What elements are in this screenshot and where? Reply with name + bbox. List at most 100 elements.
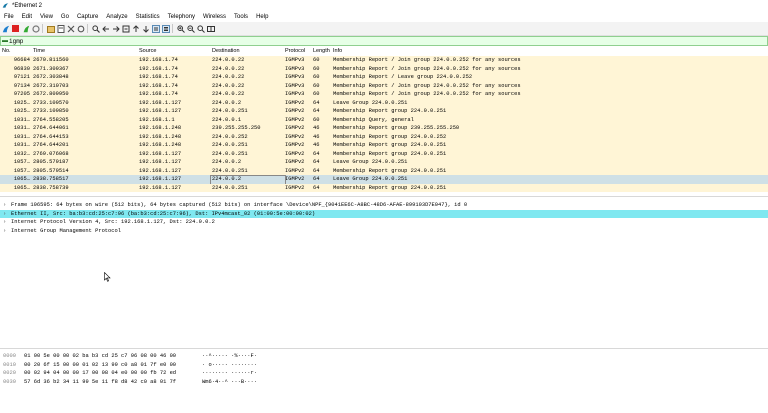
packet-destination: 224.0.0.1 xyxy=(212,116,242,123)
packet-row[interactable]: 1057… 2805.579514 192.168.1.127 224.0.0.251… xyxy=(0,166,768,175)
bookmark-filter-icon[interactable]: ▬ xyxy=(1,38,9,44)
find-packet-icon[interactable] xyxy=(91,24,100,33)
display-filter-bar[interactable]: ▬ igmp xyxy=(0,36,768,46)
menu-view[interactable]: View xyxy=(36,14,57,20)
packet-destination: 239.255.255.250 xyxy=(212,125,261,131)
save-file-icon[interactable] xyxy=(56,24,65,33)
close-file-icon[interactable] xyxy=(66,24,75,33)
detail-tree-item[interactable]: › Frame 106595: 64 bytes on wire (512 bit… xyxy=(0,201,768,210)
go-to-packet-icon[interactable] xyxy=(121,24,130,33)
packet-row[interactable]: 97121 2672.303848 192.168.1.74 224.0.0.22 IG… xyxy=(0,73,768,82)
expand-arrow-icon[interactable]: › xyxy=(3,218,6,227)
packet-row[interactable]: 1031… 2764.558205 192.168.1.1 224.0.0.1 IGMP… xyxy=(0,115,768,124)
packet-row[interactable]: 1057… 2805.579187 192.168.1.127 224.0.0.2 IG… xyxy=(0,158,768,167)
packet-details[interactable]: › Frame 106595: 64 bytes on wire (512 bit… xyxy=(0,198,768,348)
hex-bytes: 57 6d 36 b2 34 11 99 5e 11 f8 d8 42 c0 a… xyxy=(24,378,177,385)
packet-destination: 224.0.0.2 xyxy=(212,159,242,165)
packet-no: 1025… xyxy=(13,108,30,114)
packet-info: Membership Report group 224.0.0.251 xyxy=(333,108,447,114)
packet-destination: 224.0.0.22 xyxy=(212,82,245,89)
packet-bytes[interactable]: 0000 01 00 5e 00 00 02 ba b3 cd 25 c7 96 … xyxy=(0,351,768,413)
expand-arrow-icon[interactable]: › xyxy=(3,201,6,210)
display-filter-input[interactable]: igmp xyxy=(9,38,23,45)
packet-time: 2672.303848 xyxy=(33,74,69,80)
go-first-icon[interactable] xyxy=(131,24,140,33)
menu-go[interactable]: Go xyxy=(57,14,73,20)
hex-row[interactable]: 0030 57 6d 36 b2 34 11 99 5e 11 f8 d8 42 … xyxy=(0,378,768,387)
menu-help[interactable]: Help xyxy=(252,14,272,20)
packet-no: 1031… xyxy=(13,142,30,148)
detail-tree-item[interactable]: › Internet Group Management Protocol xyxy=(0,226,768,236)
shark-fin-start-icon[interactable] xyxy=(1,24,10,33)
resize-columns-icon[interactable] xyxy=(206,24,215,33)
stop-capture-icon[interactable] xyxy=(11,24,20,33)
packet-row[interactable]: 97134 2672.310703 192.168.1.74 224.0.0.22 IG… xyxy=(0,81,768,90)
open-file-icon[interactable] xyxy=(46,24,55,33)
go-back-icon[interactable] xyxy=(101,24,110,33)
packet-row[interactable]: 96830 2671.309367 192.168.1.74 224.0.0.22 IG… xyxy=(0,64,768,73)
zoom-in-icon[interactable] xyxy=(176,24,185,33)
expand-arrow-icon[interactable]: › xyxy=(3,227,6,236)
packet-length: 64 xyxy=(313,108,320,114)
menu-tools[interactable]: Tools xyxy=(230,14,252,20)
packet-row[interactable]: 1025… 2733.109570 192.168.1.127 224.0.0.2 IG… xyxy=(0,98,768,107)
column-header-destination[interactable]: Destination xyxy=(212,47,240,56)
column-header-protocol[interactable]: Protocol xyxy=(285,47,305,56)
detail-tree-item[interactable]: › Ethernet II, Src: ba:b3:cd:25:c7:96 (ba… xyxy=(0,209,768,219)
reload-icon[interactable] xyxy=(76,24,85,33)
restart-capture-icon[interactable] xyxy=(21,24,30,33)
packet-row[interactable]: 1031… 2764.644153 192.168.1.248 224.0.0.252… xyxy=(0,132,768,141)
menu-analyze[interactable]: Analyze xyxy=(102,14,131,20)
hex-ascii: ········ ······r· xyxy=(202,370,257,376)
column-header-length[interactable]: Length xyxy=(313,47,330,56)
hex-bytes: 01 00 5e 00 00 02 ba b3 cd 25 c7 96 08 0… xyxy=(24,353,177,359)
packet-source: 192.168.1.1 xyxy=(139,116,175,123)
packet-source: 192.168.1.248 xyxy=(139,142,182,148)
packet-row[interactable]: 1065… 2838.758739 192.168.1.127 224.0.0.251… xyxy=(0,183,768,192)
packet-row[interactable]: 96684 2670.811560 192.168.1.74 224.0.0.22 IG… xyxy=(0,56,768,65)
packet-time: 2671.309367 xyxy=(33,65,69,72)
hex-row[interactable]: 0010 00 20 6f 15 00 00 01 02 13 99 c0 a8 … xyxy=(0,361,768,370)
zoom-normal-icon[interactable] xyxy=(196,24,205,33)
column-header-info[interactable]: Info xyxy=(333,47,342,56)
menu-statistics[interactable]: Statistics xyxy=(132,14,164,20)
packet-info: Leave Group 224.0.0.251 xyxy=(333,99,408,106)
packet-row[interactable]: 1025… 2733.109850 192.168.1.127 224.0.0.251… xyxy=(0,107,768,116)
colorize-icon[interactable] xyxy=(161,24,170,33)
packet-row[interactable]: 97205 2672.809950 192.168.1.74 224.0.0.22 IG… xyxy=(0,90,768,99)
packet-info: Membership Report group 224.0.0.251 xyxy=(333,184,447,191)
packet-info: Membership Report group 224.0.0.251 xyxy=(333,150,447,157)
packet-row[interactable]: 1032… 2769.076068 192.168.1.127 224.0.0.251… xyxy=(0,149,768,158)
capture-options-icon[interactable] xyxy=(31,24,40,33)
packet-length: 64 xyxy=(313,184,320,191)
column-header-no[interactable]: No. xyxy=(2,47,30,56)
packet-row[interactable]: 1065… 2838.758517 192.168.1.127 224.0.0.2 IG… xyxy=(0,175,768,185)
packet-time: 2838.758739 xyxy=(33,184,69,191)
hex-bytes: 00 02 94 04 00 00 17 00 08 04 e0 00 00 f… xyxy=(24,370,177,376)
packet-length: 46 xyxy=(313,125,320,131)
detail-tree-item[interactable]: › Internet Protocol Version 4, Src: 192.1… xyxy=(0,218,768,227)
column-header-time[interactable]: Time xyxy=(33,47,45,56)
packet-length: 64 xyxy=(313,167,320,174)
auto-scroll-icon[interactable] xyxy=(151,24,160,33)
hex-row[interactable]: 0020 00 02 94 04 00 00 17 00 08 04 e0 00 … xyxy=(0,369,768,378)
menu-telephony[interactable]: Telephony xyxy=(164,14,199,20)
hex-row[interactable]: 0000 01 00 5e 00 00 02 ba b3 cd 25 c7 96 … xyxy=(0,352,768,361)
packet-destination: 224.0.0.22 xyxy=(212,91,245,97)
go-last-icon[interactable] xyxy=(141,24,150,33)
packet-destination: 224.0.0.22 xyxy=(212,57,245,63)
expand-arrow-icon[interactable]: › xyxy=(3,210,6,219)
menu-file[interactable]: File xyxy=(0,14,18,20)
packet-row[interactable]: 1031… 2764.644201 192.168.1.248 224.0.0.251… xyxy=(0,141,768,150)
packet-list[interactable]: No. Time Source Destination Protocol Len… xyxy=(0,47,768,195)
menu-capture[interactable]: Capture xyxy=(73,14,102,20)
packet-no: 97134 xyxy=(13,82,30,89)
menu-wireless[interactable]: Wireless xyxy=(199,14,230,20)
packet-destination: 224.0.0.22 xyxy=(212,65,245,72)
menu-edit[interactable]: Edit xyxy=(18,14,36,20)
column-header-source[interactable]: Source xyxy=(139,47,156,56)
zoom-out-icon[interactable] xyxy=(186,24,195,33)
packet-row[interactable]: 1031… 2764.644061 192.168.1.248 239.255.255… xyxy=(0,124,768,133)
packet-length: 60 xyxy=(313,74,320,80)
go-forward-icon[interactable] xyxy=(111,24,120,33)
